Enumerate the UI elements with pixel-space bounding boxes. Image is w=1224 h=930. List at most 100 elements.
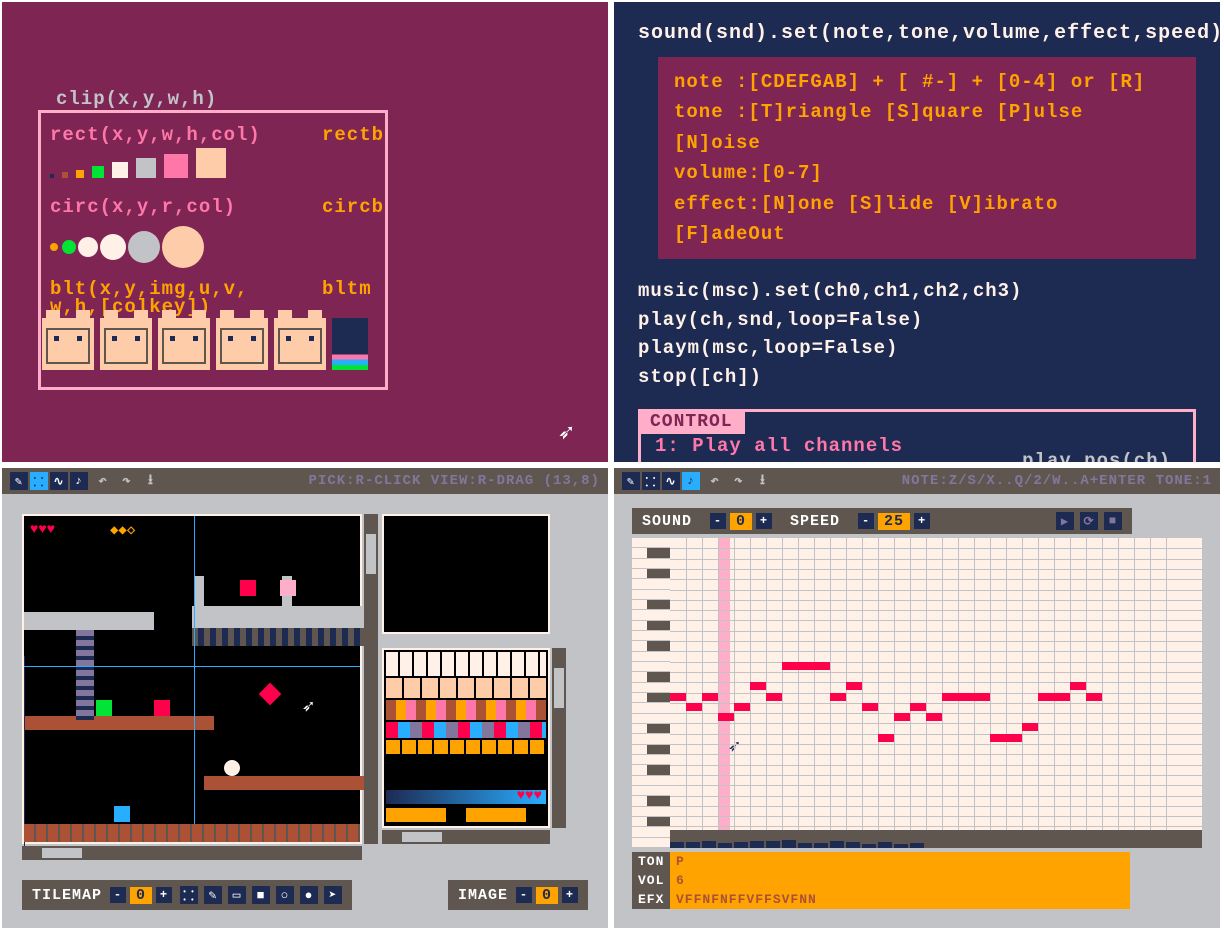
tool-pencil[interactable]: ✎ [204,886,222,904]
save-button[interactable]: ⭳ [754,472,772,490]
rect-label: rect(x,y,w,h,col) [50,124,261,146]
tool-rect-fill[interactable]: ■ [252,886,270,904]
swatch-row [50,154,226,178]
mode-sound-button[interactable]: ∿ [662,472,680,490]
mode-sprite-button[interactable]: ✎ [622,472,640,490]
note-cell[interactable] [910,703,926,711]
mode-music-button[interactable]: ♪ [682,472,700,490]
wall-sprite [332,318,368,370]
redo-button[interactable]: ↷ [118,472,136,490]
note-cell[interactable] [958,693,974,701]
tilemap-decrement[interactable]: - [110,887,126,903]
circ-label: circ(x,y,r,col) [50,196,236,218]
tilemap-scrollbar-v[interactable] [364,514,378,844]
image-scrollbar-v[interactable] [552,648,566,828]
api-music: music(msc).set(ch0,ch1,ch2,ch3) [638,277,1196,306]
mode-sprite-button[interactable]: ✎ [10,472,28,490]
blt-label-2: w,h,[colkey]) [50,296,211,318]
speed-increment[interactable]: + [914,513,930,529]
note-cell[interactable] [750,682,766,690]
image-number-widget: IMAGE - 0 + [448,880,588,910]
cat-sprite-row [42,318,368,370]
note-cell[interactable] [798,662,814,670]
graphics-demo-panel: clip(x,y,w,h) rect(x,y,w,h,col) rectb ci… [2,2,608,462]
param-tone: tone :[T]riangle [S]quare [P]ulse [N]ois… [674,97,1180,158]
circb-label: circb [322,196,384,218]
editor-topbar: ✎ ⸬ ∿ ♪ ↶ ↷ ⭳ NOTE:Z/S/X..Q/2/W..A+ENTER… [614,468,1220,494]
image-number-label: IMAGE [458,887,508,904]
mode-tilemap-button[interactable]: ⸬ [642,472,660,490]
image-bank-canvas[interactable]: ♥♥♥ [382,648,550,828]
note-cell[interactable] [1070,682,1086,690]
sound-editor-panel: ✎ ⸬ ∿ ♪ ↶ ↷ ⭳ NOTE:Z/S/X..Q/2/W..A+ENTER… [614,468,1220,928]
undo-button[interactable]: ↶ [94,472,112,490]
tool-rect-outline[interactable]: ▭ [228,886,246,904]
ton-value[interactable]: P [670,852,1130,871]
image-increment[interactable]: + [562,887,578,903]
note-cell[interactable] [862,703,878,711]
tilemap-canvas[interactable]: ♥♥♥ ◆◆◇ [22,514,362,844]
bltm-label: bltm [322,278,372,300]
tilemap-number-label: TILEMAP [32,887,102,904]
api-stop: stop([ch]) [638,363,1196,392]
speed-value: 25 [878,513,910,530]
vol-value[interactable]: 6 [670,871,1130,890]
note-cell[interactable] [846,682,862,690]
redo-button[interactable]: ↷ [730,472,748,490]
note-cell[interactable] [942,693,958,701]
note-cell[interactable] [702,693,718,701]
tool-circ-outline[interactable]: ○ [276,886,294,904]
tilemap-increment[interactable]: + [156,887,172,903]
note-cell[interactable] [974,693,990,701]
mode-music-button[interactable]: ♪ [70,472,88,490]
piano-keys[interactable] [632,538,670,848]
sound-decrement[interactable]: - [710,513,726,529]
loop-button[interactable]: ⟳ [1080,512,1098,530]
note-cell[interactable] [830,693,846,701]
image-decrement[interactable]: - [516,887,532,903]
note-cell[interactable] [878,734,894,742]
note-cell[interactable] [1038,693,1054,701]
note-cell[interactable] [990,734,1006,742]
note-cell[interactable] [718,713,734,721]
stop-button[interactable]: ■ [1104,512,1122,530]
api-playm: playm(msc,loop=False) [638,334,1196,363]
control-box: CONTROL 1: Play all channels 2: Play cha… [638,409,1196,462]
note-cell[interactable] [782,662,798,670]
note-cell[interactable] [814,662,830,670]
efx-value[interactable]: VFFNFNFFVFFSVFNN [670,890,1130,909]
param-volume: volume:[0-7] [674,158,1180,188]
tool-select[interactable]: ⸬ [180,886,198,904]
undo-button[interactable]: ↶ [706,472,724,490]
mode-sound-button[interactable]: ∿ [50,472,68,490]
param-effect: effect:[N]one [S]lide [V]ibrato [F]adeOu… [674,189,1180,250]
note-cell[interactable] [1086,693,1102,701]
note-cell[interactable] [734,703,750,711]
tool-row: ⸬ ✎ ▭ ■ ○ ● ➤ [180,886,342,904]
piano-roll[interactable]: ➶ [670,538,1202,848]
note-cell[interactable] [686,703,702,711]
sound-label: SOUND [642,513,692,530]
editor-topbar: ✎ ⸬ ∿ ♪ ↶ ↷ ⭳ PICK:R-CLICK VIEW:R-DRAG (… [2,468,608,494]
note-cell[interactable] [766,693,782,701]
tilemap-number-widget: TILEMAP - 0 + ⸬ ✎ ▭ ■ ○ ● ➤ [22,880,352,910]
mode-switcher: ✎ ⸬ ∿ ♪ [10,472,88,490]
save-button[interactable]: ⭳ [142,472,160,490]
sound-increment[interactable]: + [756,513,772,529]
note-cell[interactable] [894,713,910,721]
note-cell[interactable] [1022,723,1038,731]
play-button[interactable]: ▶ [1056,512,1074,530]
speed-decrement[interactable]: - [858,513,874,529]
tool-circ-fill[interactable]: ● [300,886,318,904]
image-scrollbar-h[interactable] [382,830,550,844]
tool-fill[interactable]: ➤ [324,886,342,904]
note-cell[interactable] [926,713,942,721]
tilemap-minimap[interactable] [382,514,550,634]
efx-label: EFX [632,890,670,909]
note-cell[interactable] [670,693,686,701]
note-cell[interactable] [1006,734,1022,742]
sound-params-bar: SOUND - 0 + SPEED - 25 + ▶ ⟳ ■ [632,508,1132,534]
tilemap-scrollbar-h[interactable] [22,846,362,860]
note-cell[interactable] [1054,693,1070,701]
mode-tilemap-button[interactable]: ⸬ [30,472,48,490]
